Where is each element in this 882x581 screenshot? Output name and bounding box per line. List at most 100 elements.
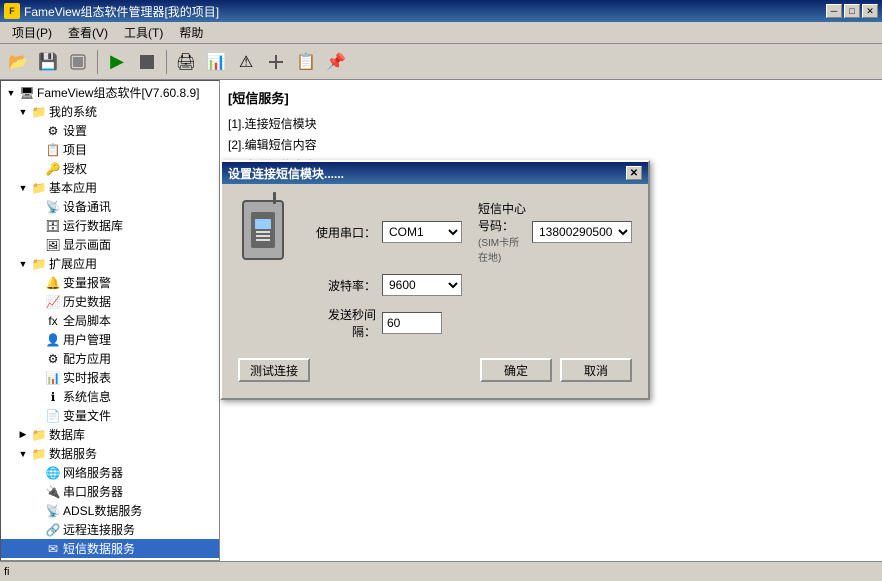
- tree-item-devcomm[interactable]: 📡 设备通讯: [1, 197, 219, 216]
- toolbar-stop[interactable]: [133, 48, 161, 76]
- sms-select[interactable]: 13800290500: [532, 221, 632, 243]
- tree-item-remoteconn[interactable]: 🔗 远程连接服务: [1, 520, 219, 539]
- tree-item-usermgmt[interactable]: 👤 用户管理: [1, 330, 219, 349]
- label-adsldata: ADSL数据服务: [63, 502, 142, 519]
- menu-project[interactable]: 项目(P): [4, 22, 60, 43]
- tree-item-recipe[interactable]: ⚙ 配方应用: [1, 349, 219, 368]
- toolbar-refresh[interactable]: [64, 48, 92, 76]
- cancel-button[interactable]: 取消: [560, 358, 632, 382]
- toolbar-clipboard[interactable]: 📋: [292, 48, 320, 76]
- expand-extapp[interactable]: ▼: [15, 256, 31, 272]
- icon-alarm: 🔔: [45, 275, 61, 291]
- menu-bar: 项目(P) 查看(V) 工具(T) 帮助: [0, 22, 882, 44]
- tree-item-smsdata[interactable]: ✉ 短信数据服务: [1, 539, 219, 558]
- app-icon: F: [4, 3, 20, 19]
- tree-item-serialserver[interactable]: 🔌 串口服务器: [1, 482, 219, 501]
- icon-display: 🖼: [45, 237, 61, 253]
- expand-db[interactable]: ▶: [15, 427, 31, 443]
- tree-item-basicapp[interactable]: ▼ 📁 基本应用: [1, 178, 219, 197]
- toolbar-print[interactable]: 🖨: [172, 48, 200, 76]
- minimize-button[interactable]: ─: [826, 4, 842, 18]
- icon-remoteconn: 🔗: [45, 522, 61, 538]
- label-extapp: 扩展应用: [49, 255, 97, 272]
- menu-view[interactable]: 查看(V): [60, 22, 116, 43]
- label-serialserver: 串口服务器: [63, 483, 123, 500]
- close-button[interactable]: ✕: [862, 4, 878, 18]
- tree-item-display[interactable]: 🖼 显示画面: [1, 235, 219, 254]
- expand-usermgmt: [29, 332, 45, 348]
- tree-item-sysinfo[interactable]: ℹ 系统信息: [1, 387, 219, 406]
- expand-webserver: [29, 560, 45, 562]
- toolbar-run[interactable]: ▶: [103, 48, 131, 76]
- content-item-2[interactable]: [2].编辑短信内容: [228, 134, 874, 155]
- label-devcomm: 设备通讯: [63, 198, 111, 215]
- content-item-1[interactable]: [1].连接短信模块: [228, 113, 874, 134]
- sms-center-row: 短信中心号码： (SIM卡所在地) 13800290500: [478, 200, 632, 264]
- label-globalscript: 全局脚本: [63, 312, 111, 329]
- interval-input[interactable]: [382, 312, 442, 334]
- expand-histdata: [29, 294, 45, 310]
- tree-item-root[interactable]: ▼ 🖥 FameView组态软件[V7.60.8.9]: [1, 83, 219, 102]
- status-text: fi: [4, 566, 10, 578]
- expand-settings: [29, 123, 45, 139]
- tree-item-dataservice[interactable]: ▼ 📁 数据服务: [1, 444, 219, 463]
- icon-realtimereport: 📊: [45, 370, 61, 386]
- tree-item-networkserver[interactable]: 🌐 网络服务器: [1, 463, 219, 482]
- phone-device-icon: [242, 200, 284, 260]
- maximize-button[interactable]: □: [844, 4, 860, 18]
- expand-dataservice[interactable]: ▼: [15, 446, 31, 462]
- tree-item-auth[interactable]: 🔑 授权: [1, 159, 219, 178]
- expand-basicapp[interactable]: ▼: [15, 180, 31, 196]
- tree-item-runtimedb[interactable]: 🗄 运行数据库: [1, 216, 219, 235]
- toolbar-chart[interactable]: 📊: [202, 48, 230, 76]
- tree-panel: ▼ 🖥 FameView组态软件[V7.60.8.9] ▼ 📁 我的系统 ⚙ 设…: [0, 80, 220, 561]
- tree-item-globalscript[interactable]: fx 全局脚本: [1, 311, 219, 330]
- icon-globalscript: fx: [45, 313, 61, 329]
- tree-item-mysystem[interactable]: ▼ 📁 我的系统: [1, 102, 219, 121]
- menu-help[interactable]: 帮助: [171, 22, 211, 43]
- toolbar-link[interactable]: [262, 48, 290, 76]
- icon-recipe: ⚙: [45, 351, 61, 367]
- interval-row: 发送秒间隔：: [306, 306, 632, 340]
- status-bar: fi: [0, 561, 882, 581]
- dialog-close-button[interactable]: ✕: [626, 166, 642, 180]
- baud-row: 波特率： 9600 19200 38400 115200: [306, 274, 632, 296]
- label-db: 数据库: [49, 426, 85, 443]
- dialog-ok-cancel: 确定 取消: [480, 358, 632, 382]
- label-basicapp: 基本应用: [49, 179, 97, 196]
- label-dataservice: 数据服务: [49, 445, 97, 462]
- tree-item-alarm[interactable]: 🔔 变量报警: [1, 273, 219, 292]
- sms-sub: (SIM卡所在地): [478, 234, 528, 264]
- toolbar-warning[interactable]: ⚠: [232, 48, 260, 76]
- toolbar-save[interactable]: 💾: [34, 48, 62, 76]
- icon-webserver: 🌍: [45, 560, 61, 562]
- port-label: 使用串口：: [306, 224, 376, 241]
- port-select[interactable]: COM1 COM2 COM3 COM4: [382, 221, 462, 243]
- test-connection-button[interactable]: 测试连接: [238, 358, 310, 382]
- tree-item-realtimereport[interactable]: 📊 实时报表: [1, 368, 219, 387]
- icon-mysystem: 📁: [31, 104, 47, 120]
- tree-item-varfile[interactable]: 📄 变量文件: [1, 406, 219, 425]
- expand-auth: [29, 161, 45, 177]
- tree-item-project[interactable]: 📋 项目: [1, 140, 219, 159]
- menu-tools[interactable]: 工具(T): [116, 22, 171, 43]
- expand-root[interactable]: ▼: [3, 85, 19, 101]
- tree-item-extapp[interactable]: ▼ 📁 扩展应用: [1, 254, 219, 273]
- label-histdata: 历史数据: [63, 293, 111, 310]
- label-auth: 授权: [63, 160, 87, 177]
- toolbar-pin[interactable]: 📌: [322, 48, 350, 76]
- tree-item-settings[interactable]: ⚙ 设置: [1, 121, 219, 140]
- expand-mysystem[interactable]: ▼: [15, 104, 31, 120]
- tree-item-db[interactable]: ▶ 📁 数据库: [1, 425, 219, 444]
- baud-select[interactable]: 9600 19200 38400 115200: [382, 274, 462, 296]
- ok-button[interactable]: 确定: [480, 358, 552, 382]
- icon-basicapp: 📁: [31, 180, 47, 196]
- label-realtimereport: 实时报表: [63, 369, 111, 386]
- toolbar: 📂 💾 ▶ 🖨 📊 ⚠ 📋 📌: [0, 44, 882, 80]
- tree-item-adsldata[interactable]: 📡 ADSL数据服务: [1, 501, 219, 520]
- tree-item-webserver[interactable]: 🌍 Web服务器: [1, 558, 219, 561]
- toolbar-open[interactable]: 📂: [4, 48, 32, 76]
- icon-usermgmt: 👤: [45, 332, 61, 348]
- tree-item-histdata[interactable]: 📈 历史数据: [1, 292, 219, 311]
- icon-project: 📋: [45, 142, 61, 158]
